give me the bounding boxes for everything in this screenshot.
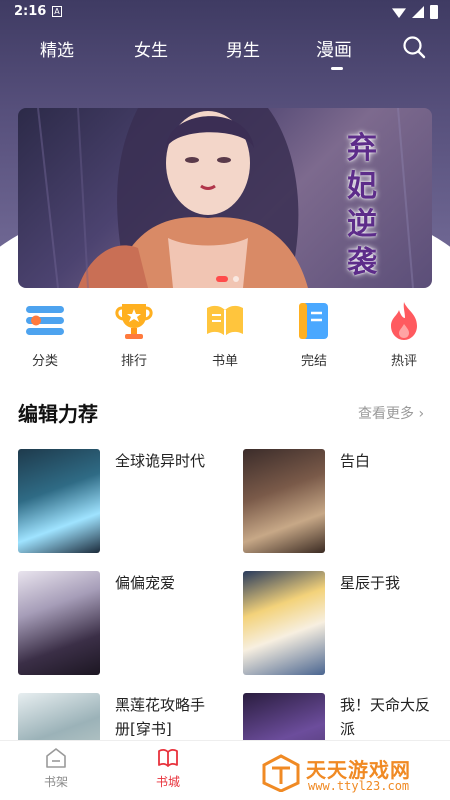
book-title: 黑莲花攻略手册[穿书] bbox=[115, 696, 206, 738]
quick-link-label: 排行 bbox=[120, 354, 147, 369]
book-card[interactable]: 告白 bbox=[243, 449, 443, 553]
book-card[interactable]: 偏偏宠爱 bbox=[18, 571, 218, 675]
book-cover bbox=[243, 449, 325, 553]
notification-icon: A bbox=[52, 6, 62, 17]
tab-comics[interactable]: 漫画 bbox=[316, 36, 352, 62]
tab-featured[interactable]: 精选 bbox=[40, 36, 74, 61]
search-icon[interactable] bbox=[402, 35, 426, 59]
book-card[interactable]: 星辰于我 bbox=[243, 571, 443, 675]
trophy-icon bbox=[115, 304, 153, 339]
section-title: 编辑力荐 bbox=[18, 402, 98, 426]
status-time: 2:16 bbox=[14, 4, 47, 19]
status-icons bbox=[392, 5, 438, 19]
nav-bookstore[interactable]: 书城 bbox=[138, 747, 198, 790]
banner-title: 弃妃逆袭 bbox=[347, 131, 377, 280]
book-title: 告白 bbox=[340, 452, 371, 470]
quick-link-label: 分类 bbox=[31, 354, 58, 369]
see-more-link[interactable]: 查看更多 › bbox=[358, 403, 424, 423]
quick-link-category[interactable]: 分类 bbox=[15, 300, 75, 369]
watermark: 天天游戏网 www.ttyl23.com bbox=[262, 752, 442, 796]
tab-male[interactable]: 男生 bbox=[226, 36, 260, 61]
quick-link-label: 热评 bbox=[390, 354, 417, 369]
category-icon bbox=[26, 306, 64, 335]
quick-link-label: 书单 bbox=[211, 354, 238, 369]
quick-link-finished[interactable]: 完结 bbox=[284, 300, 344, 369]
book-title: 星辰于我 bbox=[340, 574, 401, 592]
book-title: 全球诡异时代 bbox=[115, 452, 206, 470]
bookshelf-icon bbox=[46, 748, 66, 768]
book-list-icon bbox=[207, 305, 243, 336]
book-cover bbox=[18, 449, 100, 553]
nav-label: 书城 bbox=[155, 775, 180, 789]
active-tab-indicator bbox=[331, 67, 343, 70]
top-tabs: 精选 女生 男生 漫画 bbox=[0, 30, 450, 72]
carousel-indicator bbox=[216, 276, 239, 282]
carousel-dot-active bbox=[216, 276, 228, 282]
wifi-icon bbox=[392, 8, 406, 18]
status-bar: 2:16 A bbox=[0, 0, 450, 26]
quick-links: 分类 排行 书单 完结 热评 bbox=[0, 300, 450, 375]
banner-carousel[interactable]: 弃妃逆袭 bbox=[18, 108, 432, 288]
nav-bookshelf[interactable]: 书架 bbox=[26, 747, 86, 790]
quick-link-ranking[interactable]: 排行 bbox=[104, 300, 164, 369]
book-title: 偏偏宠爱 bbox=[115, 574, 176, 592]
book-cover bbox=[18, 571, 100, 675]
signal-icon bbox=[412, 6, 424, 18]
tab-female[interactable]: 女生 bbox=[134, 36, 168, 61]
quick-link-label: 完结 bbox=[300, 354, 327, 369]
book-title: 我！天命大反派 bbox=[340, 696, 431, 738]
quick-link-hot-comments[interactable]: 热评 bbox=[374, 300, 434, 369]
watermark-logo-icon bbox=[262, 754, 300, 792]
nav-label: 书架 bbox=[43, 775, 68, 789]
carousel-dot bbox=[233, 276, 239, 282]
book-card[interactable]: 全球诡异时代 bbox=[18, 449, 218, 553]
bookstore-icon bbox=[158, 749, 178, 767]
book-cover bbox=[243, 571, 325, 675]
watermark-url: www.ttyl23.com bbox=[308, 779, 410, 793]
battery-icon bbox=[430, 5, 438, 19]
finished-icon bbox=[299, 303, 328, 339]
quick-link-booklist[interactable]: 书单 bbox=[195, 300, 255, 369]
hot-comment-icon bbox=[391, 302, 417, 340]
